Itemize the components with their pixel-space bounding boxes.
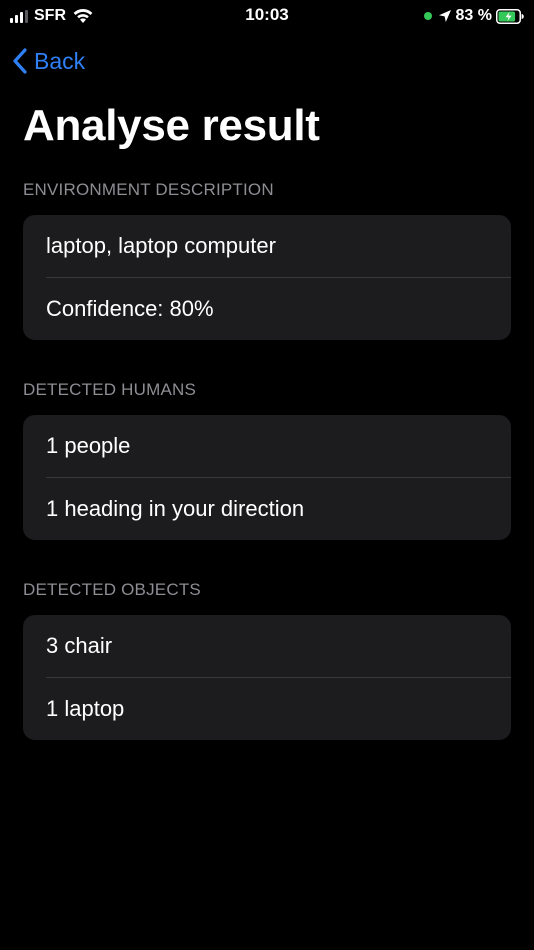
back-button[interactable]: Back (12, 44, 85, 78)
list-item: 1 laptop (23, 678, 511, 740)
list-item: 1 heading in your direction (23, 478, 511, 540)
back-label: Back (34, 47, 86, 74)
objects-card: 3 chair 1 laptop (23, 615, 511, 740)
status-bar: SFR 10:03 83 % (0, 0, 534, 32)
section-header-objects: DETECTED OBJECTS (23, 580, 201, 599)
list-item: 3 chair (23, 615, 511, 677)
camera-in-use-indicator (423, 12, 432, 20)
section-header-humans: DETECTED HUMANS (23, 380, 197, 399)
environment-card: laptop, laptop computer Confidence: 80% (23, 215, 511, 340)
section-header-environment: ENVIRONMENT DESCRIPTION (23, 180, 274, 199)
location-arrow-icon (438, 10, 451, 22)
page-title: Analyse result (23, 101, 320, 150)
list-item-label: 3 chair (46, 633, 113, 658)
battery-percent: 83 % (455, 7, 492, 24)
list-item: laptop, laptop computer (23, 215, 511, 277)
chevron-left-icon (13, 48, 27, 74)
list-item: 1 people (23, 415, 511, 477)
battery-charging-icon (496, 8, 524, 24)
list-item-label: 1 people (46, 433, 131, 458)
list-item-label: laptop, laptop computer (46, 233, 276, 258)
list-item: Confidence: 80% (23, 278, 511, 340)
status-bar-right: 83 % (423, 6, 524, 26)
list-item-label: 1 heading in your direction (46, 496, 305, 521)
humans-card: 1 people 1 heading in your direction (23, 415, 511, 540)
list-item-label: Confidence: 80% (46, 296, 214, 321)
list-item-label: 1 laptop (46, 696, 125, 721)
